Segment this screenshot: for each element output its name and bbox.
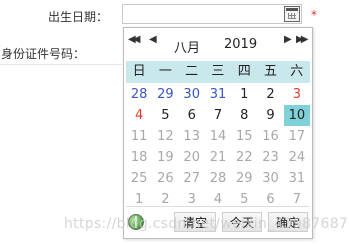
next-month-button[interactable]: ▶ bbox=[284, 34, 292, 46]
day-cell: 16 bbox=[262, 129, 279, 144]
day-cell[interactable]: 8 bbox=[231, 105, 257, 126]
weekday-mon: 一 bbox=[158, 64, 172, 79]
day-cell: 12 bbox=[157, 129, 174, 144]
day-cell[interactable]: 3 bbox=[284, 84, 310, 105]
day-cell: 21 bbox=[209, 150, 227, 165]
weekday-wed: 三 bbox=[211, 64, 225, 79]
required-mark: * bbox=[311, 8, 317, 22]
id-number-label: 身份证件号码： bbox=[1, 47, 86, 61]
weekday-tue: 二 bbox=[185, 64, 199, 79]
day-cell[interactable]: 2 bbox=[257, 84, 283, 105]
day-cell[interactable]: 4 bbox=[126, 105, 152, 126]
day-cell: 30 bbox=[262, 171, 279, 186]
weekday-sun: 日 bbox=[132, 64, 146, 79]
day-cell: 27 bbox=[183, 171, 200, 186]
day-cell: 26 bbox=[157, 171, 174, 186]
day-cell[interactable]: 1 bbox=[231, 84, 257, 105]
weekday-fri: 五 bbox=[263, 64, 277, 79]
field-separator bbox=[0, 64, 122, 65]
day-grid: 28 29 30 31 1 2 3 4 5 6 7 8 9 10 11 12 1… bbox=[126, 84, 310, 210]
day-cell: 22 bbox=[236, 150, 253, 165]
day-cell-selected[interactable]: 10 bbox=[283, 105, 310, 126]
day-cell: 31 bbox=[288, 171, 306, 186]
year-label[interactable]: 2019 bbox=[224, 37, 257, 52]
day-cell[interactable]: 30 bbox=[179, 84, 205, 105]
next-year-button[interactable]: ▶▶ bbox=[296, 34, 309, 46]
month-label[interactable]: 八月 bbox=[174, 37, 200, 56]
weekday-header: 日 一 二 三 四 五 六 bbox=[126, 61, 310, 83]
date-picker-popup: ◀◀ ◀ 八月 2019 ▶ ▶▶ 日 一 二 三 四 五 六 28 29 30… bbox=[123, 27, 313, 239]
day-cell: 24 bbox=[288, 150, 306, 165]
weekday-thu: 四 bbox=[237, 64, 251, 79]
footer-divider bbox=[126, 206, 310, 207]
calendar-icon[interactable] bbox=[284, 6, 300, 22]
day-cell[interactable]: 29 bbox=[152, 84, 178, 105]
day-cell[interactable]: 9 bbox=[257, 105, 283, 126]
prev-year-button[interactable]: ◀◀ bbox=[128, 34, 141, 46]
day-cell: 29 bbox=[236, 171, 253, 186]
day-cell: 25 bbox=[130, 171, 148, 186]
day-cell: 11 bbox=[130, 129, 148, 144]
day-cell[interactable]: 5 bbox=[152, 105, 178, 126]
day-cell: 15 bbox=[236, 129, 253, 144]
day-cell: 17 bbox=[288, 129, 306, 144]
day-cell: 19 bbox=[157, 150, 174, 165]
day-cell[interactable]: 7 bbox=[205, 105, 231, 126]
birth-date-label: 出生日期： bbox=[48, 10, 109, 24]
day-cell: 14 bbox=[209, 129, 227, 144]
birth-date-input[interactable] bbox=[122, 4, 302, 24]
day-cell: 23 bbox=[262, 150, 279, 165]
day-cell: 20 bbox=[183, 150, 200, 165]
day-cell: 13 bbox=[183, 129, 200, 144]
weekday-sat: 六 bbox=[290, 64, 304, 79]
day-cell[interactable]: 31 bbox=[205, 84, 231, 105]
prev-month-button[interactable]: ◀ bbox=[149, 34, 157, 46]
watermark: https://blog.csdn.net/weixin_43987687 bbox=[64, 216, 349, 232]
day-cell: 18 bbox=[130, 150, 148, 165]
day-cell[interactable]: 6 bbox=[179, 105, 205, 126]
day-cell: 28 bbox=[209, 171, 227, 186]
day-cell[interactable]: 28 bbox=[126, 84, 152, 105]
